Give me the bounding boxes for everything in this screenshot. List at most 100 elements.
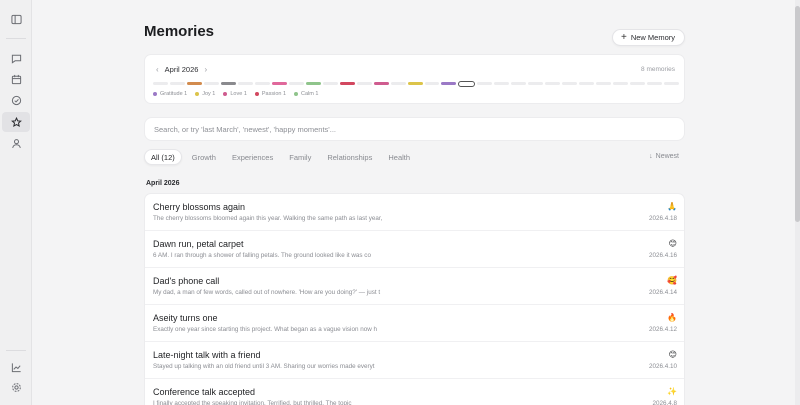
timeline-card: ‹ April 2026 › 8 memories Gratitude 1 Joy… bbox=[144, 54, 685, 104]
timeline-segment[interactable] bbox=[153, 82, 168, 85]
legend-item: Calm 1 bbox=[294, 91, 318, 97]
search-input[interactable] bbox=[144, 117, 685, 141]
timeline-segment[interactable] bbox=[596, 82, 612, 85]
timeline-segment[interactable] bbox=[305, 82, 321, 85]
timeline-segment[interactable] bbox=[613, 82, 629, 85]
timeline-segment[interactable] bbox=[237, 82, 253, 85]
legend-item: Love 1 bbox=[223, 91, 247, 97]
timeline-segment[interactable] bbox=[630, 82, 646, 85]
legend-dot-icon bbox=[195, 92, 200, 96]
timeline-segment[interactable] bbox=[356, 82, 372, 85]
memory-excerpt: The cherry blossoms bloomed again this y… bbox=[153, 215, 383, 222]
emotion-emoji-icon: ✨ bbox=[667, 387, 677, 396]
memory-date: 2026.4.18 bbox=[648, 215, 677, 222]
chat-icon[interactable] bbox=[8, 50, 24, 66]
timeline-segment[interactable] bbox=[424, 82, 440, 85]
memory-list: Cherry blossoms again The cherry blossoms… bbox=[144, 193, 685, 405]
memory-excerpt: My dad, a man of few words, called out o… bbox=[153, 289, 381, 296]
calendar-icon[interactable] bbox=[8, 71, 24, 87]
legend-dot-icon bbox=[294, 92, 299, 96]
timeline-segment[interactable] bbox=[288, 82, 304, 85]
emotion-emoji-icon: 😊 bbox=[668, 350, 677, 359]
timeline-segment[interactable] bbox=[441, 82, 457, 85]
legend-dot-icon bbox=[254, 92, 259, 96]
timeline-segment[interactable] bbox=[579, 82, 595, 85]
new-memory-button[interactable]: + New Memory bbox=[611, 29, 685, 46]
filter-tab[interactable]: Health bbox=[382, 149, 416, 165]
memory-date: 2026.4.8 bbox=[652, 400, 677, 405]
filter-tab[interactable]: Relationships bbox=[321, 149, 378, 165]
timeline-segment[interactable] bbox=[664, 82, 680, 85]
timeline-segment[interactable] bbox=[494, 82, 510, 85]
timeline-segment[interactable] bbox=[254, 82, 270, 85]
timeline-segment[interactable] bbox=[339, 82, 355, 85]
page-scrollbar[interactable] bbox=[795, 0, 800, 405]
timeline-segment[interactable] bbox=[271, 82, 287, 85]
legend-dot-icon bbox=[153, 92, 157, 96]
emotion-legend: Gratitude 1 Joy 1 Love 1 Passion 1 Calm 1 bbox=[153, 91, 318, 97]
check-circle-icon[interactable] bbox=[8, 92, 24, 108]
sort-control[interactable]: ↓ Newest bbox=[649, 153, 679, 160]
chevron-left-icon[interactable]: ‹ bbox=[156, 65, 159, 74]
timeline-segment[interactable] bbox=[407, 82, 423, 85]
plus-icon: + bbox=[620, 31, 627, 43]
timeline-segment[interactable] bbox=[545, 82, 561, 85]
timeline-segment[interactable] bbox=[528, 82, 544, 85]
timeline-segment[interactable] bbox=[477, 82, 493, 85]
timeline-segment[interactable] bbox=[169, 82, 185, 85]
timeline-segment[interactable] bbox=[186, 82, 202, 85]
new-memory-button-label: New Memory bbox=[630, 33, 675, 42]
arrow-down-icon: ↓ bbox=[649, 153, 653, 160]
chart-icon[interactable] bbox=[8, 359, 24, 375]
memory-excerpt: 6 AM. I ran through a shower of falling … bbox=[153, 252, 371, 259]
legend-item: Gratitude 1 bbox=[153, 91, 187, 97]
memory-date: 2026.4.14 bbox=[648, 289, 677, 296]
timeline-segment[interactable] bbox=[562, 82, 578, 85]
user-icon[interactable] bbox=[8, 135, 24, 151]
legend-label: Calm 1 bbox=[301, 91, 319, 97]
memory-title: Late-night talk with a friend bbox=[153, 350, 261, 360]
timeline-segment[interactable] bbox=[647, 82, 663, 85]
memory-excerpt: Exactly one year since starting this pro… bbox=[153, 326, 378, 333]
timeline-segments bbox=[153, 81, 680, 87]
filter-tab[interactable]: All (12) bbox=[144, 149, 182, 165]
scrollbar-thumb[interactable] bbox=[795, 6, 800, 222]
sidebar-divider bbox=[6, 350, 26, 351]
memory-title: Conference talk accepted bbox=[153, 387, 256, 397]
filter-tab[interactable]: Growth bbox=[186, 149, 222, 165]
emotion-emoji-icon: 🔥 bbox=[667, 313, 677, 322]
filter-tab[interactable]: Family bbox=[283, 149, 317, 165]
legend-label: Gratitude 1 bbox=[160, 91, 188, 97]
memory-title: Dawn run, petal carpet bbox=[153, 239, 244, 249]
chevron-right-icon[interactable]: › bbox=[204, 65, 207, 74]
memory-row[interactable]: Aseity turns one Exactly one year since s… bbox=[145, 305, 684, 342]
memory-row[interactable]: Dad's phone call My dad, a man of few wor… bbox=[145, 268, 684, 305]
timeline-segment[interactable] bbox=[203, 82, 219, 85]
star-icon[interactable] bbox=[8, 114, 24, 130]
memory-title: Aseity turns one bbox=[153, 313, 218, 323]
timeline-segment[interactable] bbox=[322, 82, 338, 85]
filter-tabs: All (12) Growth Experiences Family Relations… bbox=[144, 149, 685, 165]
memory-count: 8 memories bbox=[641, 66, 675, 73]
legend-item: Joy 1 bbox=[195, 91, 215, 97]
month-label: April 2026 bbox=[164, 65, 199, 74]
settings-gear-icon[interactable] bbox=[8, 379, 24, 395]
filter-tab[interactable]: Experiences bbox=[226, 149, 279, 165]
timeline-segment[interactable] bbox=[373, 82, 389, 85]
legend-label: Joy 1 bbox=[202, 91, 216, 97]
sidebar-toggle-icon[interactable] bbox=[8, 11, 24, 27]
emotion-emoji-icon: 😊 bbox=[668, 239, 677, 248]
memory-row[interactable]: Conference talk accepted I finally accept… bbox=[145, 379, 684, 405]
timeline-segment[interactable] bbox=[390, 82, 406, 85]
memory-excerpt: I finally accepted the speaking invitati… bbox=[153, 400, 352, 405]
timeline-segment[interactable] bbox=[220, 82, 236, 85]
memory-row[interactable]: Late-night talk with a friend Stayed up t… bbox=[145, 342, 684, 379]
emotion-emoji-icon: 🥰 bbox=[667, 276, 677, 285]
memory-row[interactable]: Cherry blossoms again The cherry blossoms… bbox=[145, 194, 684, 231]
memory-title: Cherry blossoms again bbox=[153, 202, 246, 212]
timeline-segment-selected[interactable] bbox=[458, 81, 476, 87]
emotion-emoji-icon: 🙏 bbox=[667, 202, 677, 211]
timeline-segment[interactable] bbox=[511, 82, 527, 85]
group-month-label: April 2026 bbox=[146, 180, 180, 187]
memory-row[interactable]: Dawn run, petal carpet 6 AM. I ran throug… bbox=[145, 231, 684, 268]
